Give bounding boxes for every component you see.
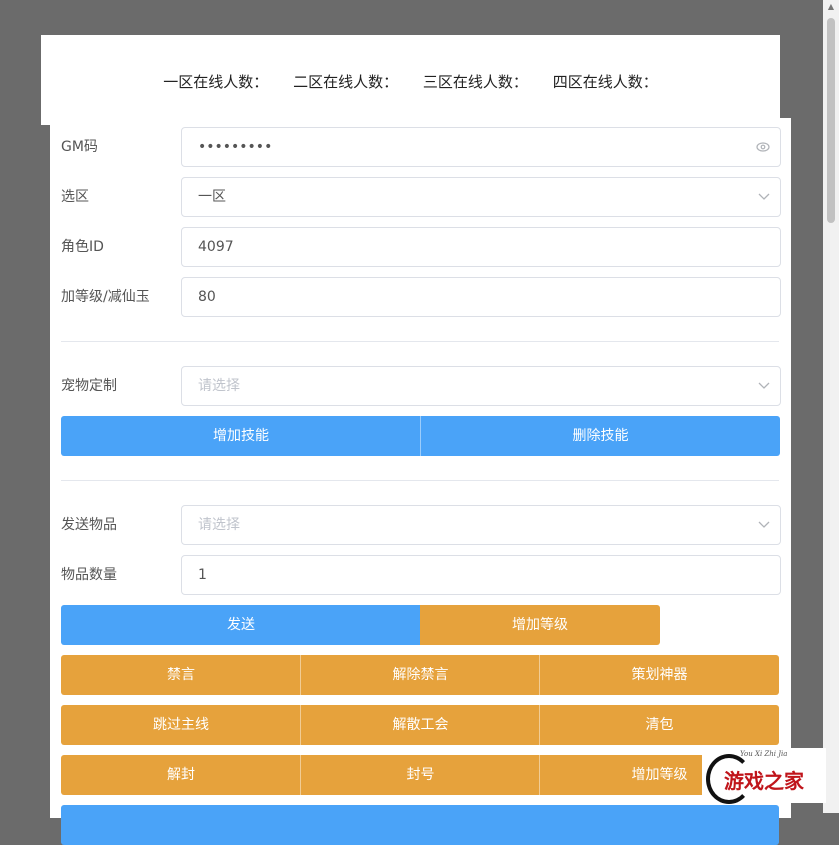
pet-label: 宠物定制: [61, 378, 117, 394]
clear-bag-button[interactable]: 清包: [539, 705, 779, 745]
zone-label: 选区: [61, 189, 89, 205]
remove-skill-button[interactable]: 删除技能: [420, 416, 780, 456]
add-skill-button[interactable]: 增加技能: [61, 416, 421, 456]
disband-guild-button[interactable]: 解散工会: [300, 705, 540, 745]
level-value: 80: [198, 289, 216, 305]
mute-button[interactable]: 禁言: [61, 655, 301, 695]
item-row: 发送物品 请选择: [50, 505, 791, 545]
qty-input[interactable]: 1: [181, 555, 781, 595]
skip-main-quest-button[interactable]: 跳过主线: [61, 705, 301, 745]
role-row: 角色ID 4097: [50, 227, 791, 267]
chevron-down-icon: [758, 367, 770, 405]
zone2-online: 二区在线人数：: [293, 73, 399, 91]
divider: [61, 480, 779, 481]
artifact-button[interactable]: 策划神器: [539, 655, 779, 695]
chevron-down-icon: [758, 506, 770, 544]
divider: [61, 341, 779, 342]
action-row-2: 跳过主线 解散工会 清包: [61, 705, 779, 745]
gm-value: •••••••••: [198, 139, 273, 155]
chevron-down-icon: [758, 178, 770, 216]
eye-icon[interactable]: [756, 128, 770, 166]
qty-value: 1: [198, 567, 207, 583]
unmute-button[interactable]: 解除禁言: [300, 655, 540, 695]
role-id-input[interactable]: 4097: [181, 227, 781, 267]
send-button-row: 发送 增加等级: [61, 605, 660, 645]
pet-row: 宠物定制 请选择: [50, 366, 791, 406]
online-header: 一区在线人数： 二区在线人数： 三区在线人数： 四区在线人数：: [41, 35, 780, 125]
zone4-online: 四区在线人数：: [552, 73, 658, 91]
online-counts: 一区在线人数： 二区在线人数： 三区在线人数： 四区在线人数：: [41, 71, 780, 92]
blue-button-partial[interactable]: [61, 805, 779, 845]
scrollbar-thumb[interactable]: [827, 18, 835, 223]
pet-select[interactable]: 请选择: [181, 366, 781, 406]
scrollbar[interactable]: ▲: [823, 0, 839, 813]
unban-button[interactable]: 解封: [61, 755, 301, 795]
gm-password-input[interactable]: •••••••••: [181, 127, 781, 167]
gm-row: GM码 •••••••••: [50, 127, 791, 167]
item-select[interactable]: 请选择: [181, 505, 781, 545]
item-label: 发送物品: [61, 517, 117, 533]
gm-form-panel: GM码 ••••••••• 选区 一区 角色ID 4097 加等级/减仙玉 80…: [50, 118, 791, 845]
zone-row: 选区 一区: [50, 177, 791, 217]
action-row-3: 解封 封号 增加等级: [61, 755, 779, 795]
logo-text: 游戏之家: [724, 769, 804, 793]
add-level-button[interactable]: 增加等级: [420, 605, 660, 645]
send-button[interactable]: 发送: [61, 605, 421, 645]
pet-button-row: 增加技能 删除技能: [61, 416, 780, 456]
scroll-up-icon[interactable]: ▲: [823, 2, 839, 11]
action-row-1: 禁言 解除禁言 策划神器: [61, 655, 779, 695]
level-input[interactable]: 80: [181, 277, 781, 317]
logo-pinyin: You Xi Zhi Jia: [740, 750, 788, 758]
role-value: 4097: [198, 239, 234, 255]
item-placeholder: 请选择: [198, 517, 240, 533]
gm-label: GM码: [61, 139, 98, 155]
zone1-online: 一区在线人数：: [163, 73, 269, 91]
pet-placeholder: 请选择: [198, 378, 240, 394]
action-row-4: [61, 805, 779, 845]
zone-select[interactable]: 一区: [181, 177, 781, 217]
level-row: 加等级/减仙玉 80: [50, 277, 791, 317]
ban-button[interactable]: 封号: [300, 755, 540, 795]
qty-label: 物品数量: [61, 567, 117, 583]
site-logo: You Xi Zhi Jia 游戏之家: [702, 748, 826, 804]
role-label: 角色ID: [61, 239, 104, 255]
level-label: 加等级/减仙玉: [61, 289, 150, 305]
zone-value: 一区: [198, 189, 226, 205]
zone3-online: 三区在线人数：: [422, 73, 528, 91]
qty-row: 物品数量 1: [50, 555, 791, 595]
